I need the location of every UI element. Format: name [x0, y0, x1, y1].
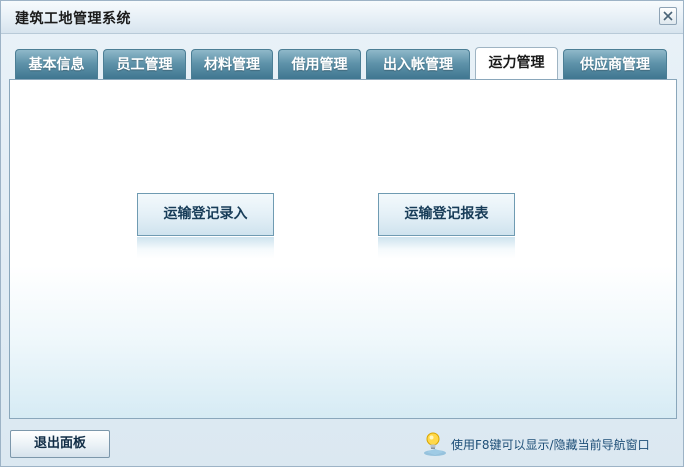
- hint-text: 使用F8键可以显示/隐藏当前导航窗口: [451, 437, 650, 452]
- transport-entry-button[interactable]: 运输登记录入: [137, 193, 274, 236]
- tab-basic-info[interactable]: 基本信息: [15, 49, 98, 79]
- button-reflection: [137, 237, 274, 259]
- lightbulb-icon: [421, 431, 449, 457]
- close-icon: [663, 11, 673, 21]
- tab-material-management[interactable]: 材料管理: [191, 49, 273, 79]
- tab-transport-management[interactable]: 运力管理: [475, 47, 558, 79]
- content-panel: 运输登记录入 运输登记报表: [9, 79, 677, 419]
- exit-panel-button[interactable]: 退出面板: [10, 430, 110, 458]
- tab-supplier-management[interactable]: 供应商管理: [563, 49, 667, 79]
- button-reflection: [378, 237, 515, 259]
- navigation-hint: 使用F8键可以显示/隐藏当前导航窗口: [421, 431, 650, 457]
- close-button[interactable]: [659, 7, 677, 25]
- app-window: 建筑工地管理系统 基本信息 员工管理 材料管理 借用管理 出入帐管理 运力管理 …: [0, 0, 684, 467]
- title-bar: 建筑工地管理系统: [1, 1, 683, 34]
- window-title: 建筑工地管理系统: [15, 11, 131, 27]
- tab-account-management[interactable]: 出入帐管理: [366, 49, 470, 79]
- tab-staff-management[interactable]: 员工管理: [103, 49, 186, 79]
- footer-bar: 退出面板 使用F8键可以显示/隐藏当前导航窗口: [1, 421, 683, 466]
- tab-borrow-management[interactable]: 借用管理: [278, 49, 361, 79]
- transport-report-button[interactable]: 运输登记报表: [378, 193, 515, 236]
